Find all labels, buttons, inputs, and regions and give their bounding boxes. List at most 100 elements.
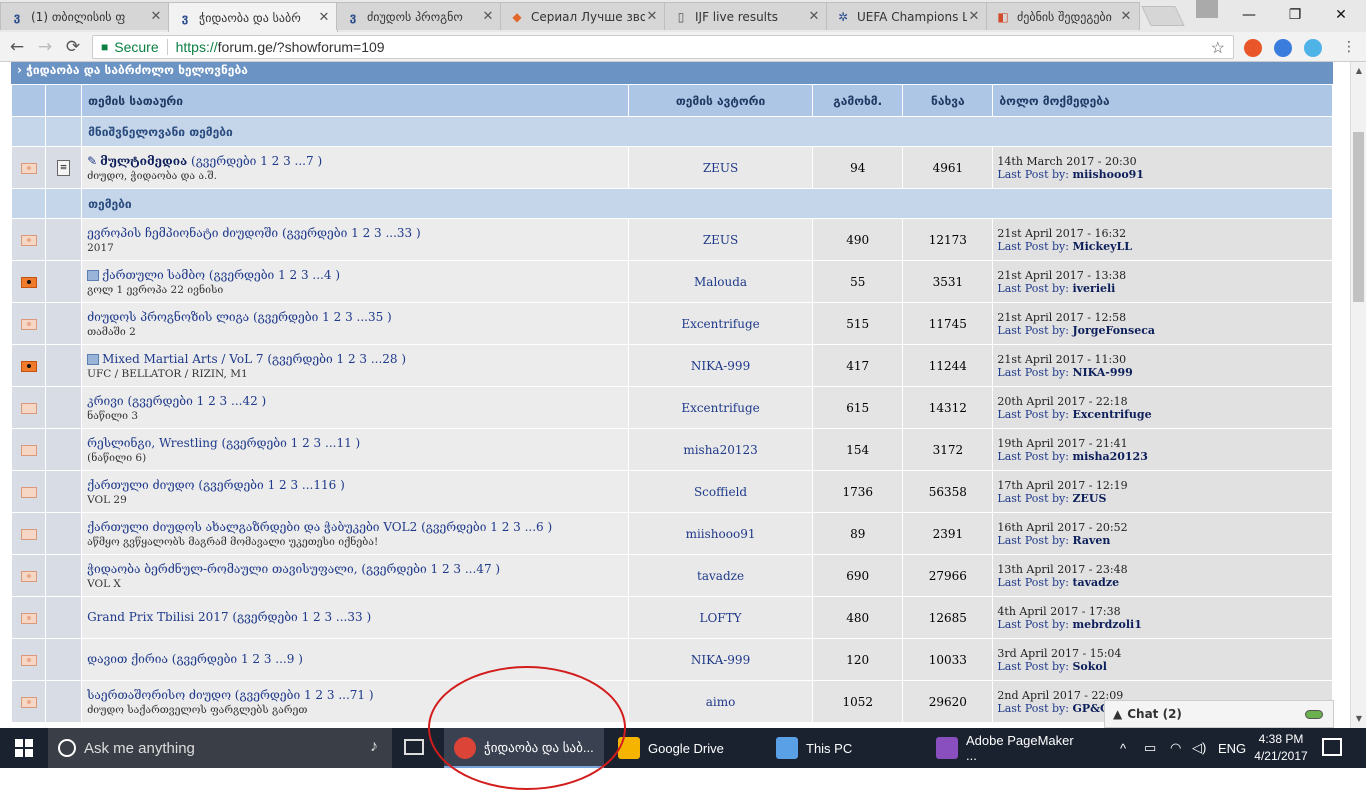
- last-post-user-link[interactable]: tavadze: [1072, 576, 1119, 589]
- topic-title-link[interactable]: რესლინგი, Wrestling: [87, 436, 218, 450]
- page-scrollbar[interactable]: ▲ ▼: [1350, 62, 1366, 728]
- topic-author-link[interactable]: Excentrifuge: [627, 302, 814, 345]
- browser-tab[interactable]: ვ (1) თბილისის ფ ✕: [0, 2, 170, 30]
- topic-pages-link[interactable]: (გვერდები 1 2 3 ...116 ): [198, 478, 344, 492]
- maximize-button[interactable]: ❐: [1272, 0, 1318, 30]
- microphone-icon[interactable]: ♪: [370, 738, 378, 756]
- topic-title-link[interactable]: ჭიდაობა ბერძნულ-რომაული თავისუფალი,: [87, 562, 357, 576]
- extension-icon[interactable]: [1244, 39, 1262, 57]
- close-tab-icon[interactable]: ✕: [645, 9, 659, 24]
- minimize-button[interactable]: —: [1226, 0, 1272, 30]
- bookmark-star-icon[interactable]: ☆: [1211, 38, 1225, 58]
- topic-author-link[interactable]: NIKA-999: [627, 344, 814, 387]
- close-tab-icon[interactable]: ✕: [481, 9, 495, 24]
- last-post-user-link[interactable]: ZEUS: [1072, 492, 1106, 505]
- taskbar-app-this-pc[interactable]: This PC: [766, 728, 920, 768]
- topic-author-link[interactable]: ZEUS: [627, 146, 814, 189]
- topic-pages-link[interactable]: (გვერდები 1 2 3 ...11 ): [221, 436, 360, 450]
- topic-author-link[interactable]: LOFTY: [627, 596, 814, 639]
- last-post-user-link[interactable]: mebrdzoli1: [1072, 618, 1141, 631]
- topic-title-link[interactable]: ევროპის ჩემპიონატი ძიუდოში: [87, 226, 278, 240]
- topic-author-link[interactable]: NIKA-999: [627, 638, 814, 681]
- wifi-icon[interactable]: ◠: [1170, 728, 1181, 768]
- topic-author-link[interactable]: Excentrifuge: [627, 386, 814, 429]
- topic-row[interactable]: ჭიდაობა ბერძნულ-რომაული თავისუფალი, (გვე…: [10, 554, 1333, 597]
- topic-row[interactable]: კრივი (გვერდები 1 2 3 ...42 ) ნაწილი 3 Exc…: [10, 386, 1333, 429]
- taskbar-app-google-drive[interactable]: Google Drive: [608, 728, 760, 768]
- chat-widget[interactable]: ▲ Chat (2): [1104, 700, 1334, 728]
- topic-pages-link[interactable]: (გვერდები 1 2 3 ...35 ): [253, 310, 392, 324]
- topic-author-link[interactable]: misha20123: [627, 428, 814, 471]
- scroll-up-icon[interactable]: ▲: [1351, 64, 1366, 78]
- browser-tab[interactable]: ✲ UEFA Champions L ✕: [826, 2, 988, 30]
- close-tab-icon[interactable]: ✕: [317, 10, 331, 25]
- close-tab-icon[interactable]: ✕: [967, 9, 981, 24]
- menu-icon[interactable]: ⋮: [1338, 37, 1360, 57]
- last-post-user-link[interactable]: Sokol: [1072, 660, 1106, 673]
- scroll-down-icon[interactable]: ▼: [1351, 712, 1366, 726]
- close-tab-icon[interactable]: ✕: [1119, 9, 1133, 24]
- topic-pages-link[interactable]: (გვერდები 1 2 3 ...33 ): [232, 610, 371, 624]
- taskbar-app-chrome[interactable]: ჭიდაობა და საბ...: [444, 728, 604, 768]
- topic-row[interactable]: Mixed Martial Arts / VoL 7 (გვერდები 1 2…: [10, 344, 1333, 387]
- reload-button[interactable]: ⟳: [62, 37, 84, 57]
- topic-author-link[interactable]: miishooo91: [627, 512, 814, 555]
- topic-title-link[interactable]: მულტიმედია: [100, 154, 187, 168]
- last-post-user-link[interactable]: NIKA-999: [1072, 366, 1132, 379]
- topic-title-link[interactable]: Mixed Martial Arts / VoL 7: [102, 352, 263, 366]
- browser-tab[interactable]: ◆ Сериал Лучше зво ✕: [500, 2, 666, 30]
- browser-tab[interactable]: ვ ძიუდოს პროგნო ✕: [336, 2, 502, 30]
- topic-title-link[interactable]: დავით ქირია: [87, 652, 168, 666]
- task-view-icon[interactable]: [404, 739, 424, 755]
- topic-row[interactable]: ძიუდოს პროგნოზის ლიგა (გვერდები 1 2 3 ..…: [10, 302, 1333, 345]
- topic-row[interactable]: ქართული სამბო (გვერდები 1 2 3 ...4 ) გოლ …: [10, 260, 1333, 303]
- topic-pages-link[interactable]: (გვერდები 1 2 3 ...28 ): [267, 352, 406, 366]
- topic-pages-link[interactable]: (გვერდები 1 2 3 ...6 ): [421, 520, 552, 534]
- browser-tab[interactable]: ◧ ძებნის შედეგები ✕: [986, 2, 1140, 30]
- topic-pages-link[interactable]: (გვერდები 1 2 3 ...4 ): [209, 268, 340, 282]
- language-indicator[interactable]: ENG: [1218, 728, 1246, 768]
- topic-pages-link[interactable]: (გვერდები 1 2 3 ...33 ): [282, 226, 421, 240]
- browser-tab[interactable]: ▯ IJF live results ✕: [664, 2, 828, 30]
- last-post-user-link[interactable]: MickeyLL: [1072, 240, 1132, 253]
- topic-author-link[interactable]: Malouda: [627, 260, 814, 303]
- taskbar-clock[interactable]: 4:38 PM 4/21/2017: [1248, 731, 1314, 765]
- cortana-search-box[interactable]: Ask me anything ♪: [48, 728, 392, 768]
- chat-toggle[interactable]: [1305, 710, 1323, 719]
- topic-row[interactable]: ქართული ძიუდოს ახალგაზრდები და ჭაბუკები …: [10, 512, 1333, 555]
- topic-row[interactable]: ≡ ✎ მულტიმედია (გვერდები 1 2 3 ...7 ) ძიუდო…: [10, 146, 1333, 189]
- topic-title-link[interactable]: ქართული ძიუდო: [87, 478, 194, 492]
- browser-tab[interactable]: ვ ჭიდაობა და საბრ ✕: [168, 2, 338, 32]
- back-button[interactable]: ←: [6, 37, 28, 57]
- extension-icon[interactable]: [1304, 39, 1322, 57]
- last-post-user-link[interactable]: miishooo91: [1072, 168, 1144, 181]
- scroll-thumb[interactable]: [1353, 132, 1364, 302]
- last-post-user-link[interactable]: iverieli: [1072, 282, 1115, 295]
- topic-author-link[interactable]: ZEUS: [627, 218, 814, 261]
- topic-row[interactable]: Grand Prix Tbilisi 2017 (გვერდები 1 2 3 …: [10, 596, 1333, 639]
- topic-title-link[interactable]: Grand Prix Tbilisi 2017: [87, 610, 228, 624]
- topic-title-link[interactable]: საერთაშორისო ძიუდო: [87, 688, 231, 702]
- topic-author-link[interactable]: Scoffield: [627, 470, 814, 513]
- notification-center-icon[interactable]: [1322, 738, 1342, 756]
- address-bar[interactable]: ■ Secure https:// forum.ge/?showforum=10…: [92, 35, 1234, 59]
- topic-title-link[interactable]: კრივი: [87, 394, 124, 408]
- topic-pages-link[interactable]: (გვერდები 1 2 3 ...9 ): [172, 652, 303, 666]
- close-tab-icon[interactable]: ✕: [149, 9, 163, 24]
- topic-title-link[interactable]: ქართული ძიუდოს ახალგაზრდები და ჭაბუკები …: [87, 520, 417, 534]
- topic-title-link[interactable]: ქართული სამბო: [102, 268, 205, 282]
- extension-icon[interactable]: [1274, 39, 1292, 57]
- topic-pages-link[interactable]: (გვერდები 1 2 3 ...71 ): [235, 688, 374, 702]
- topic-title-link[interactable]: ძიუდოს პროგნოზის ლიგა: [87, 310, 249, 324]
- last-post-user-link[interactable]: Raven: [1072, 534, 1110, 547]
- forward-button[interactable]: →: [34, 37, 56, 57]
- close-tab-icon[interactable]: ✕: [807, 9, 821, 24]
- last-post-user-link[interactable]: misha20123: [1072, 450, 1147, 463]
- start-button[interactable]: [0, 728, 48, 768]
- battery-icon[interactable]: ▭: [1144, 728, 1156, 768]
- new-tab-button[interactable]: [1141, 6, 1185, 26]
- topic-row[interactable]: ქართული ძიუდო (გვერდები 1 2 3 ...116 ) VO…: [10, 470, 1333, 513]
- topic-row[interactable]: დავით ქირია (გვერდები 1 2 3 ...9 ) NIKA-9…: [10, 638, 1333, 681]
- topic-author-link[interactable]: tavadze: [627, 554, 814, 597]
- topic-pages-link[interactable]: (გვერდები 1 2 3 ...47 ): [361, 562, 500, 576]
